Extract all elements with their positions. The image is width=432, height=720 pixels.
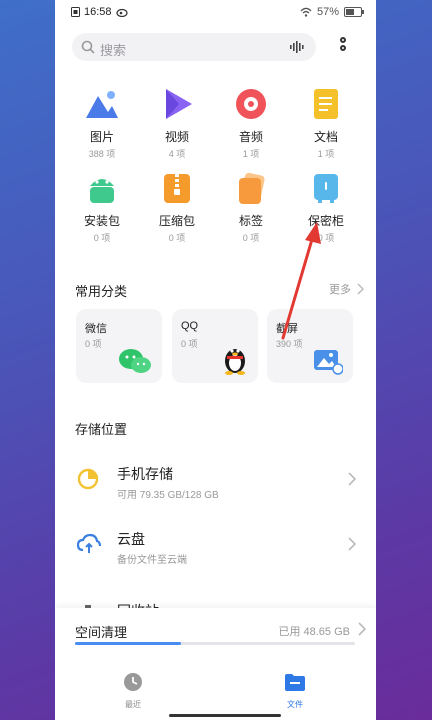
storage-section-title: 存储位置 bbox=[75, 422, 128, 437]
category-label: 文档 bbox=[313, 130, 338, 144]
category-archives[interactable]: 压缩包 0 项 bbox=[147, 170, 207, 244]
weibo-icon bbox=[115, 8, 128, 17]
video-icon bbox=[159, 86, 195, 122]
category-label: 安装包 bbox=[83, 214, 120, 228]
category-apk[interactable]: 安装包 0 项 bbox=[72, 170, 132, 244]
category-count: 0 项 bbox=[168, 233, 186, 243]
search-bar[interactable]: 搜索 bbox=[72, 33, 316, 61]
card-screenshots[interactable]: 截屏 390 项 bbox=[267, 309, 353, 383]
search-icon bbox=[81, 40, 95, 54]
tab-label: 最近 bbox=[125, 700, 141, 709]
qq-penguin-icon bbox=[225, 349, 245, 375]
audio-icon bbox=[233, 86, 269, 122]
category-audio[interactable]: 音频 1 项 bbox=[221, 86, 281, 160]
document-icon bbox=[308, 86, 344, 122]
android-icon bbox=[84, 170, 120, 206]
battery-percent: 57% bbox=[316, 6, 339, 18]
category-label: 标签 bbox=[238, 214, 263, 228]
category-label: 压缩包 bbox=[158, 214, 195, 228]
category-safe[interactable]: 保密柜 0 项 bbox=[296, 170, 356, 244]
storage-usage-bar bbox=[75, 642, 355, 645]
card-title: QQ bbox=[181, 320, 199, 332]
category-label: 图片 bbox=[89, 130, 114, 144]
card-count: 0 项 bbox=[85, 339, 102, 349]
common-categories-title: 常用分类 bbox=[75, 284, 128, 299]
category-count: 1 项 bbox=[317, 149, 335, 159]
chevron-right-icon bbox=[348, 537, 356, 551]
more-label: 更多 bbox=[329, 284, 351, 296]
common-more-link[interactable]: 更多 bbox=[329, 281, 364, 297]
wechat-icon bbox=[119, 349, 151, 373]
storage-name: 云盘 bbox=[117, 531, 145, 547]
card-count: 390 项 bbox=[276, 339, 303, 349]
card-count: 0 项 bbox=[181, 339, 198, 349]
cleanup-title: 空间清理 bbox=[75, 625, 128, 640]
category-label: 视频 bbox=[164, 130, 189, 144]
category-tags[interactable]: 标签 0 项 bbox=[221, 170, 281, 244]
storage-usage-fill bbox=[75, 642, 182, 645]
category-count: 4 项 bbox=[168, 149, 186, 159]
category-videos[interactable]: 视频 4 项 bbox=[147, 86, 207, 160]
cleanup-used: 已用 48.65 GB bbox=[278, 626, 350, 638]
chevron-right-icon bbox=[358, 622, 366, 636]
card-qq[interactable]: QQ 0 项 bbox=[172, 309, 258, 383]
bottom-tab-bar: 最近 文件 bbox=[55, 658, 376, 720]
status-bar: 16:58 57% bbox=[55, 0, 376, 26]
category-label: 音频 bbox=[238, 130, 263, 144]
card-wechat[interactable]: 微信 0 项 bbox=[76, 309, 162, 383]
card-title: 微信 bbox=[85, 323, 107, 335]
chevron-right-icon bbox=[348, 472, 356, 486]
sim-icon bbox=[71, 7, 80, 17]
cloud-icon bbox=[77, 533, 101, 553]
category-count: 1 项 bbox=[242, 149, 260, 159]
clock-icon bbox=[124, 673, 142, 691]
category-count: 388 项 bbox=[88, 149, 116, 159]
storage-name: 手机存储 bbox=[117, 466, 173, 482]
space-cleanup-panel[interactable]: 空间清理 已用 48.65 GB bbox=[55, 608, 376, 658]
tag-icon bbox=[233, 170, 269, 206]
category-label: 保密柜 bbox=[307, 214, 344, 228]
tab-recent[interactable]: 最近 bbox=[103, 672, 163, 710]
status-time: 16:58 bbox=[84, 6, 112, 18]
card-title: 截屏 bbox=[276, 323, 298, 335]
storage-sub: 备份文件至云端 bbox=[117, 555, 187, 566]
search-placeholder: 搜索 bbox=[100, 43, 127, 58]
folder-icon bbox=[285, 674, 305, 691]
storage-cloud[interactable]: 云盘 备份文件至云端 bbox=[55, 521, 376, 571]
screenshot-icon bbox=[314, 350, 343, 375]
voice-search-icon[interactable] bbox=[290, 41, 306, 53]
storage-phone[interactable]: 手机存储 可用 79.35 GB/128 GB bbox=[55, 456, 376, 506]
picture-icon bbox=[84, 86, 120, 122]
file-manager-screen: 16:58 57% 搜索 图片 388 项 视频 4 项 音频 1 项 文档 1… bbox=[55, 0, 376, 720]
category-pictures[interactable]: 图片 388 项 bbox=[72, 86, 132, 160]
category-documents[interactable]: 文档 1 项 bbox=[296, 86, 356, 160]
category-count: 0 项 bbox=[242, 233, 260, 243]
safe-icon bbox=[308, 170, 344, 206]
battery-icon bbox=[344, 7, 364, 17]
chevron-right-icon bbox=[357, 283, 364, 295]
more-options-icon[interactable] bbox=[337, 37, 349, 59]
tab-label: 文件 bbox=[287, 700, 303, 709]
archive-icon bbox=[159, 170, 195, 206]
category-count: 0 项 bbox=[93, 233, 111, 243]
wifi-icon bbox=[300, 7, 312, 17]
category-count: 0 项 bbox=[317, 233, 335, 243]
storage-sub: 可用 79.35 GB/128 GB bbox=[117, 490, 219, 501]
tab-files[interactable]: 文件 bbox=[265, 672, 325, 710]
phone-storage-icon bbox=[77, 468, 99, 490]
home-indicator bbox=[169, 714, 281, 717]
